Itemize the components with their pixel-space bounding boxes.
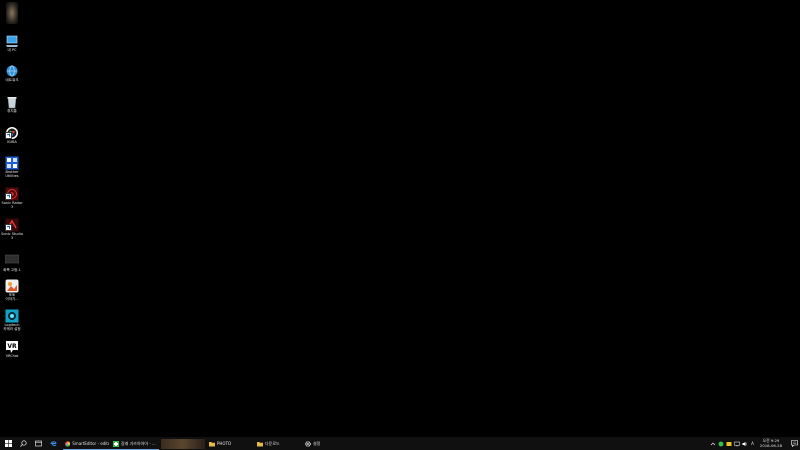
windows-icon <box>4 440 12 447</box>
taskbar-blurred-app[interactable] <box>159 437 207 450</box>
desktop-icon-recycle-bin[interactable]: 휴지통 <box>0 94 24 113</box>
desktop-icon-label: 내 PC <box>7 48 17 52</box>
logitech-camera-icon <box>5 308 19 323</box>
taskbar-green-app[interactable]: 장래 가즈아아아 - ... <box>111 437 159 450</box>
taskbar: SmartEditor - edito... 장래 가즈아아아 - ... PH… <box>0 437 800 450</box>
shortcut-arrow-icon <box>5 193 12 200</box>
desktop-icon-label: 화폭 고정-1 <box>3 268 21 272</box>
gear-icon <box>305 440 311 447</box>
taskbar-app-label: 설정 <box>313 440 321 446</box>
start-button[interactable] <box>0 437 16 450</box>
blurred-app-thumbnail <box>161 438 205 449</box>
shortcut-arrow-icon <box>5 132 12 139</box>
task-view-icon <box>35 440 42 447</box>
my-pc-icon <box>5 33 19 47</box>
search-button[interactable] <box>16 437 31 450</box>
edge-icon <box>50 441 57 446</box>
screen-folder-icon <box>4 253 20 267</box>
network-tray-icon[interactable] <box>734 441 740 447</box>
desktop-icon-my-pc[interactable]: 내 PC <box>0 33 24 52</box>
desktop-icon-sonic-radar[interactable]: Sonic Radar 3 <box>0 186 24 209</box>
photo-app-icon <box>5 278 19 293</box>
desktop-icon-label: VRChat <box>5 354 19 358</box>
sonic-studio-icon <box>5 217 19 232</box>
desktop-icon-label: Logitech 카메라 설정 <box>3 323 21 332</box>
input-language-indicator[interactable]: A <box>751 441 754 446</box>
desktop-icon-label: 네트워크 <box>5 78 19 82</box>
green-app-icon <box>113 440 119 447</box>
tray-yellow-app-icon[interactable] <box>726 441 732 447</box>
desktop-icon-network[interactable]: 네트워크 <box>0 63 24 82</box>
brother-utilities-icon <box>5 155 19 170</box>
taskbar-clock[interactable]: 오전 9:29 2018-06-28 <box>759 438 782 448</box>
taskbar-app-label: SmartEditor - edito... <box>72 441 109 446</box>
task-view-button[interactable] <box>31 437 46 450</box>
notification-icon <box>790 440 798 447</box>
taskbar-app-label: 다운로드 <box>265 440 280 446</box>
blurred-user-icon <box>5 2 19 24</box>
desktop-icon-label: KURA <box>7 140 17 144</box>
desktop-icon-kura[interactable]: KURA <box>0 125 24 144</box>
desktop-icon-photo[interactable]: 포토 이야기... <box>0 278 24 301</box>
chrome-icon <box>65 440 71 447</box>
chevron-up-icon[interactable] <box>710 441 716 447</box>
taskbar-folder-downloads[interactable]: 다운로드 <box>255 437 303 450</box>
tray-green-circle-icon[interactable] <box>718 441 724 447</box>
taskbar-app-label: PHOTO <box>217 441 232 446</box>
desktop-icon-vrchat[interactable]: VR VRChat <box>0 339 24 358</box>
taskbar-settings[interactable]: 설정 <box>303 437 351 450</box>
clock-date: 2018-06-28 <box>759 442 782 448</box>
shortcut-arrow-icon <box>5 224 12 231</box>
taskbar-app-label: 장래 가즈아아아 - ... <box>121 440 156 446</box>
desktop-icon-sonic-studio[interactable]: Sonic Studio 3 <box>0 217 24 240</box>
desktop-icon-label: Brother Utilities <box>5 170 19 179</box>
kura-app-icon <box>5 125 19 139</box>
folder-icon <box>257 441 263 446</box>
desktop-icon-brother-utilities[interactable]: Brother Utilities <box>0 155 24 178</box>
action-center-button[interactable] <box>788 437 800 450</box>
taskbar-folder-photo[interactable]: PHOTO <box>207 437 255 450</box>
network-icon <box>5 63 19 77</box>
vrchat-icon: VR <box>5 339 19 353</box>
recycle-bin-icon <box>5 94 19 109</box>
desktop-icon-label: 포토 이야기... <box>5 293 19 302</box>
search-icon <box>20 440 27 447</box>
desktop-icon-label: Sonic Radar 3 <box>1 201 23 210</box>
desktop-icon-logitech[interactable]: Logitech 카메라 설정 <box>0 308 24 331</box>
volume-icon[interactable] <box>742 441 748 447</box>
svg-text:VR: VR <box>7 343 17 350</box>
edge-button[interactable] <box>46 437 61 450</box>
folder-icon <box>209 441 215 446</box>
desktop-icon-label: Sonic Studio 3 <box>1 232 23 241</box>
sonic-radar-icon <box>5 186 19 201</box>
desktop-icon-label: 휴지통 <box>7 109 17 113</box>
taskbar-chrome-smarteditor[interactable]: SmartEditor - edito... <box>63 437 111 450</box>
desktop: 내 PC 네트워크 휴지통 KURA Brother Utilities Son… <box>0 0 800 437</box>
system-tray: A 오전 9:29 2018-06-28 <box>709 437 800 450</box>
desktop-icon-screen[interactable]: 화폭 고정-1 <box>0 253 24 272</box>
desktop-icon-blurred[interactable] <box>0 2 24 24</box>
